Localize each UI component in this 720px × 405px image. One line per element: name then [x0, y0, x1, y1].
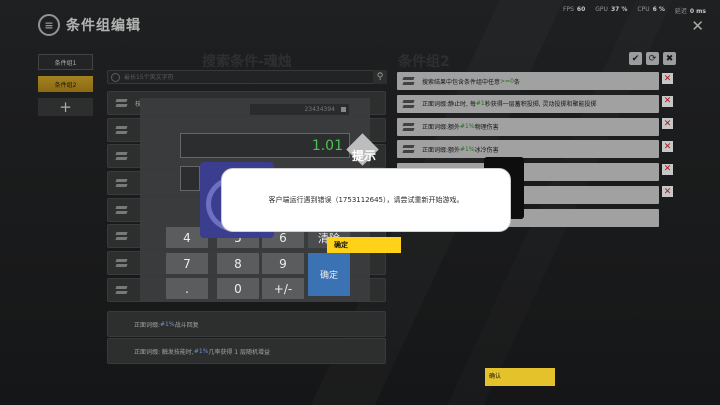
error-dialog: 客户端运行遇到错误（1753112645），请尝试重新开始游戏。 — [221, 168, 511, 232]
keypad-display: 1.01 — [180, 133, 350, 158]
key-8[interactable]: 8 — [217, 253, 259, 274]
error-message: 客户端运行遇到错误（1753112645），请尝试重新开始游戏。 — [268, 196, 464, 204]
key-dot[interactable]: . — [166, 278, 208, 299]
bottom-confirm-button[interactable]: 确认 — [485, 368, 555, 386]
key-0[interactable]: 0 — [217, 278, 259, 299]
key-9[interactable]: 9 — [262, 253, 304, 274]
key-sign[interactable]: +/- — [262, 278, 304, 299]
tip-title: 提示 — [352, 149, 377, 163]
keypad-readout: 23434394 — [250, 104, 349, 115]
keypad-ok-button[interactable]: 确定 — [308, 253, 350, 296]
confirm-button[interactable]: 确定 — [327, 237, 401, 253]
key-7[interactable]: 7 — [166, 253, 208, 274]
keypad-secondary-field — [180, 166, 200, 191]
